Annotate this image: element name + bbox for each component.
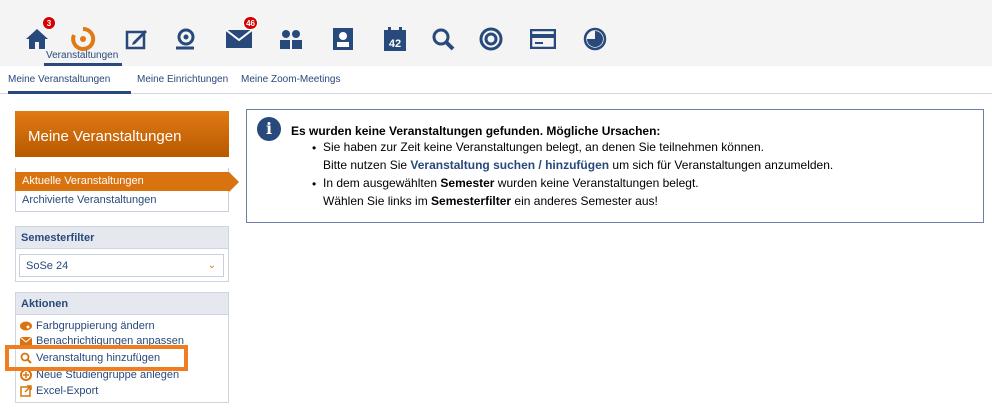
info-text-fragment: wurden keine Veranstaltungen belegt. [494,176,699,190]
palette-icon [20,320,32,332]
action-excel-export[interactable]: Excel-Export [20,384,98,398]
action-color-grouping[interactable]: Farbgruppierung ändern [20,319,155,333]
info-text-fragment: um sich für Veranstaltungen anzumelden. [609,158,834,172]
info-text-fragment: In dem ausgewählten [323,176,441,190]
active-view-arrow [229,172,239,192]
sidebar-title: Meine Veranstaltungen [15,111,229,157]
mail-icon [225,29,253,48]
notification-badge: 3 [42,16,56,30]
action-label: Excel-Export [36,385,99,397]
info-bold-term: Semester [440,176,495,190]
stats-nav-button[interactable] [578,22,612,56]
profile-nav-button[interactable] [326,22,360,56]
chevron-down-icon: ⌄ [207,260,216,271]
info-bullet1-line1: Sie haben zur Zeit keine Veranstaltungen… [323,140,764,154]
tab-my-institutes[interactable]: Meine Einrichtungen [137,74,228,85]
calendar-icon: 42 [384,27,406,51]
workspace-icon [125,30,147,50]
semester-filter-heading: Semesterfilter [15,226,229,249]
search-add-course-link[interactable]: Veranstaltung suchen / hinzufügen [410,158,609,172]
info-text-fragment: ein anderes Semester aus! [511,194,658,208]
profile-icon [333,28,353,50]
semester-select-value: SoSe 24 [26,260,69,272]
messages-nav-button[interactable]: 46 [222,16,258,56]
info-text-fragment: Wählen Sie links im [323,194,432,208]
tab-zoom-meetings[interactable]: Meine Zoom-Meetings [241,74,340,85]
pie-chart-icon [583,27,607,51]
help-nav-button[interactable] [474,22,508,56]
courses-icon [71,26,96,51]
view-current-courses[interactable]: Aktuelle Veranstaltungen [15,172,229,191]
contacts-nav-button[interactable] [274,22,308,56]
bullet-dot: • [312,177,317,191]
info-bullet2-line1: In dem ausgewählten Semester wurden kein… [323,176,699,190]
lifebuoy-icon [479,27,503,51]
view-archived-courses[interactable]: Archivierte Veranstaltungen [22,194,157,206]
info-bullet1-line2: Bitte nutzen Sie Veranstaltung suchen / … [323,158,833,172]
active-tab-indicator [8,91,131,94]
search-icon [432,28,455,51]
calendar-day-text: 42 [389,38,401,50]
semester-select[interactable]: SoSe 24 ⌄ [19,254,224,277]
top-navigation: 3 Veranstaltungen 46 42 [0,0,992,66]
bullet-dot: • [312,141,317,155]
highlight-frame [5,345,188,371]
card-icon [530,29,556,49]
action-label: Farbgruppierung ändern [36,320,155,332]
tab-my-courses[interactable]: Meine Veranstaltungen [8,74,110,85]
info-bullet2-line2: Wählen Sie links im Semesterfilter ein a… [323,194,658,208]
courses-nav-label: Veranstaltungen [46,50,119,61]
contacts-icon [280,30,302,49]
sub-navigation: Meine Veranstaltungen Meine Einrichtunge… [0,66,992,94]
messages-badge: 46 [243,16,258,30]
info-heading: Es wurden keine Veranstaltungen gefunden… [291,124,661,138]
info-bold-term: Semesterfilter [431,194,512,208]
actions-heading: Aktionen [15,292,229,315]
community-icon [176,28,195,50]
export-icon [20,385,32,397]
info-text-fragment: Bitte nutzen Sie [323,158,411,172]
search-nav-button[interactable] [426,22,460,56]
schedule-nav-button[interactable]: 42 [378,22,412,56]
payment-nav-button[interactable] [526,22,560,56]
workspace-nav-button[interactable] [120,22,154,56]
info-icon: i [257,117,281,141]
home-icon [26,29,48,49]
community-nav-button[interactable] [168,22,202,56]
